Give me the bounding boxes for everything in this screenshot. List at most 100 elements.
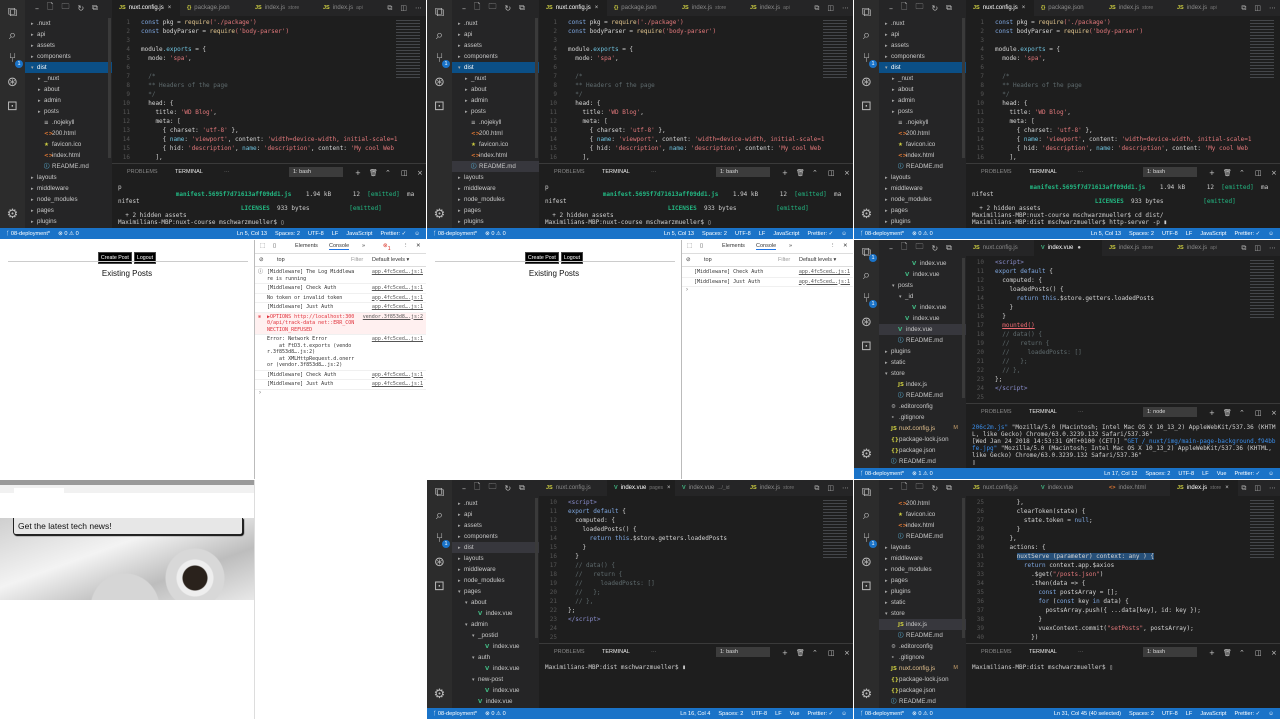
status-spaces[interactable]: Spaces: 2 xyxy=(718,708,743,719)
collapse-all-icon[interactable]: ⧉ xyxy=(519,483,525,493)
minimap[interactable] xyxy=(1250,258,1274,318)
tree-file[interactable]: ⓘ README.md xyxy=(879,456,966,467)
source-control-icon[interactable]: ⑂ 1 xyxy=(4,50,23,68)
files-icon[interactable]: ⧉ 1 xyxy=(858,244,877,262)
status-eol[interactable]: LF xyxy=(1202,468,1209,479)
debug-icon[interactable]: ⊛ xyxy=(4,74,21,91)
tab-problems[interactable]: PROBLEMS xyxy=(981,649,1012,655)
refresh-icon[interactable]: ↻ xyxy=(77,4,84,13)
split-panel-icon[interactable]: ◫ xyxy=(401,169,408,177)
new-terminal-icon[interactable]: + xyxy=(1209,169,1215,177)
sidebar-scrollbar[interactable] xyxy=(535,18,538,158)
problems-indicator[interactable]: ⊗ 0 ⚠ 0 xyxy=(485,228,506,239)
files-icon[interactable]: ⧉ xyxy=(858,484,875,501)
status-enc[interactable]: UTF-8 xyxy=(1162,708,1178,719)
tree-file[interactable]: <>200.html xyxy=(879,128,966,139)
tree-folder[interactable]: ▸ node_modules xyxy=(879,564,966,575)
search-icon[interactable]: ⌕ xyxy=(431,507,448,524)
tree-file[interactable]: JS index.js xyxy=(879,619,966,630)
tree-folder[interactable]: ▸ components xyxy=(879,51,966,62)
tree-file[interactable]: ⓘ README.md xyxy=(879,696,966,707)
sidebar-scrollbar[interactable] xyxy=(108,18,111,158)
new-terminal-icon[interactable]: + xyxy=(782,169,788,177)
new-file-icon[interactable]: 🗋 xyxy=(901,481,907,495)
status-enc[interactable]: UTF-8 xyxy=(735,228,751,239)
files-icon[interactable]: ⧉ xyxy=(858,4,875,21)
minimap[interactable] xyxy=(823,498,847,558)
split-editor-icon[interactable]: ◫ xyxy=(400,0,407,16)
tree-folder[interactable]: ▾ dist xyxy=(25,62,112,73)
tree-folder[interactable]: ▸ pages xyxy=(452,205,539,216)
status-spaces[interactable]: Spaces: 2 xyxy=(1145,468,1170,479)
split-editor-icon[interactable]: ◫ xyxy=(827,480,834,496)
editor-tab[interactable]: JS index.js store xyxy=(743,480,811,496)
tree-folder[interactable]: ▸ static xyxy=(879,357,966,368)
kill-terminal-icon[interactable]: 🗑 xyxy=(369,169,378,177)
feedback-smiley-icon[interactable]: ☺ xyxy=(841,228,847,239)
new-file-icon[interactable]: 🗋 xyxy=(474,1,480,15)
tree-folder[interactable]: ▸ node_modules xyxy=(25,194,112,205)
tree-folder[interactable]: ▸ .nuxt xyxy=(25,18,112,29)
tree-folder[interactable]: ▸ layouts xyxy=(452,553,539,564)
tab-console[interactable]: Console xyxy=(756,243,777,250)
more-icon[interactable]: ··· xyxy=(651,649,657,655)
editor-tab[interactable]: JS index.js api xyxy=(316,0,384,16)
new-terminal-icon[interactable]: + xyxy=(355,169,361,177)
code-editor[interactable]: 25 }, 26 clearToken(state) {27 state.toke… xyxy=(966,498,1248,642)
branch-indicator[interactable]: ᚴ 08-deployment* xyxy=(433,228,477,239)
maximize-panel-icon[interactable]: ⌃ xyxy=(1239,649,1245,657)
clear-console-icon[interactable]: ⊘ xyxy=(259,257,264,263)
new-folder-icon[interactable]: 🗀 xyxy=(915,241,923,255)
editor-tab[interactable]: JS index.js store xyxy=(1102,240,1170,256)
editor-tab[interactable]: JS index.js store xyxy=(675,0,743,16)
tree-folder[interactable]: ▸ _nuxt xyxy=(879,73,966,84)
tab-terminal[interactable]: TERMINAL xyxy=(175,169,203,175)
debug-icon[interactable]: ⊛ xyxy=(858,74,875,91)
collapse-all-icon[interactable]: ⧉ xyxy=(946,483,952,493)
status-enc[interactable]: UTF-8 xyxy=(308,228,324,239)
tree-file[interactable]: Vindex.vue xyxy=(452,608,539,619)
close-icon[interactable]: × xyxy=(595,5,599,11)
more-actions-icon[interactable]: ⋯ xyxy=(1269,240,1276,256)
sidebar-scrollbar[interactable] xyxy=(962,18,965,158)
close-icon[interactable]: × xyxy=(667,485,671,491)
terminal-select[interactable]: 1: bash xyxy=(1143,167,1197,177)
editor-tab[interactable]: Vindex.vue xyxy=(1034,480,1102,496)
tree-file[interactable]: ★ favicon.ico xyxy=(452,139,539,150)
open-changes-icon[interactable]: ⧉ xyxy=(1241,480,1246,496)
tree-folder[interactable]: ▸ api xyxy=(879,29,966,40)
close-icon[interactable]: × xyxy=(1022,5,1026,11)
collapse-icon[interactable]: – xyxy=(35,4,39,13)
branch-indicator[interactable]: ᚴ 08-deployment* xyxy=(6,228,50,239)
status-enc[interactable]: UTF-8 xyxy=(1178,468,1194,479)
open-changes-icon[interactable]: ⧉ xyxy=(1241,0,1246,16)
new-file-icon[interactable]: 🗋 xyxy=(47,1,53,15)
editor-tab[interactable]: JS nuxt.config.js xyxy=(539,480,607,496)
tree-folder[interactable]: ▸ plugins xyxy=(879,216,966,227)
source-control-icon[interactable]: ⑂ 1 xyxy=(431,50,450,68)
editor-tab[interactable]: {} package.json xyxy=(1034,0,1102,16)
tree-folder[interactable]: ▸ assets xyxy=(452,40,539,51)
editor-tab[interactable]: Vindex.vue ● xyxy=(1034,240,1102,256)
close-panel-icon[interactable]: × xyxy=(417,169,423,177)
tree-folder[interactable]: ▸ _nuxt xyxy=(25,73,112,84)
tree-file[interactable]: ⓘ README.md xyxy=(879,335,966,346)
tree-folder[interactable]: ▾ dist xyxy=(879,62,966,73)
tree-file[interactable]: JS nuxt.config.js M xyxy=(879,423,966,434)
split-editor-icon[interactable]: ◫ xyxy=(1254,0,1261,16)
tab-elements[interactable]: Elements xyxy=(295,243,318,249)
new-file-icon[interactable]: 🗋 xyxy=(901,1,907,15)
editor-tab[interactable]: JS index.js api xyxy=(1170,240,1238,256)
more-actions-icon[interactable]: ⋯ xyxy=(1269,480,1276,496)
tree-file[interactable]: <>index.html xyxy=(879,150,966,161)
terminal-output[interactable]: p manifest.5695f7d71613aff09dd1.js 1.94 … xyxy=(118,184,426,226)
tree-file[interactable]: {}package.json xyxy=(879,445,966,456)
kill-terminal-icon[interactable]: 🗑 xyxy=(796,649,805,657)
tab-elements[interactable]: Elements xyxy=(722,243,745,249)
tree-file[interactable]: • .gitignore xyxy=(879,412,966,423)
tree-folder[interactable]: ▸ components xyxy=(452,51,539,62)
tree-folder[interactable]: ▸ dist xyxy=(452,542,539,553)
context-select[interactable]: top xyxy=(704,257,712,263)
console-source-link[interactable]: app.4fc5ced….js:1 xyxy=(372,269,423,276)
status-enc[interactable]: UTF-8 xyxy=(751,708,767,719)
